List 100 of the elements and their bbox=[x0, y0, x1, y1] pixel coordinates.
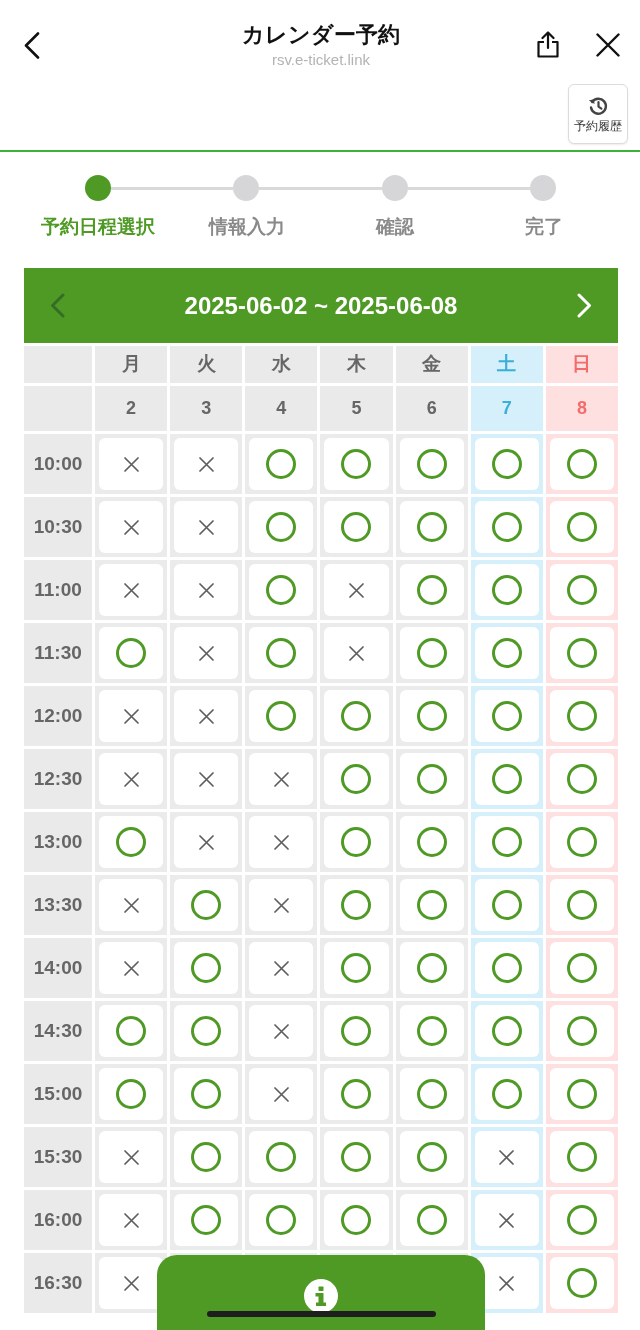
time-slot[interactable] bbox=[470, 560, 543, 620]
time-slot[interactable] bbox=[320, 686, 393, 746]
close-button[interactable] bbox=[596, 32, 620, 58]
time-slot[interactable] bbox=[470, 1064, 543, 1124]
time-slot[interactable] bbox=[95, 1064, 168, 1124]
time-slot[interactable] bbox=[395, 875, 468, 935]
time-slot[interactable] bbox=[470, 938, 543, 998]
site-url: rsv.e-ticket.link bbox=[271, 51, 371, 69]
time-slot[interactable] bbox=[170, 1127, 243, 1187]
time-slot[interactable] bbox=[470, 434, 543, 494]
time-slot[interactable] bbox=[395, 749, 468, 809]
time-slot[interactable] bbox=[320, 875, 393, 935]
time-label: 15:00 bbox=[24, 1064, 92, 1124]
time-label: 11:30 bbox=[24, 623, 92, 683]
time-slot[interactable] bbox=[170, 938, 243, 998]
time-slot[interactable] bbox=[395, 1127, 468, 1187]
date-header: 4 bbox=[245, 386, 318, 431]
time-label: 13:00 bbox=[24, 812, 92, 872]
share-button[interactable] bbox=[536, 31, 560, 58]
time-slot[interactable] bbox=[470, 749, 543, 809]
weekday-header: 月 bbox=[95, 346, 168, 383]
time-slot[interactable] bbox=[545, 686, 618, 746]
time-slot[interactable] bbox=[545, 1064, 618, 1124]
time-slot[interactable] bbox=[170, 1190, 243, 1250]
weekday-header: 金 bbox=[395, 346, 468, 383]
bottom-sheet[interactable] bbox=[157, 1255, 485, 1330]
time-slot[interactable] bbox=[170, 875, 243, 935]
time-slot[interactable] bbox=[245, 686, 318, 746]
time-slot[interactable] bbox=[245, 560, 318, 620]
time-slot[interactable] bbox=[470, 875, 543, 935]
time-slot[interactable] bbox=[320, 497, 393, 557]
weekday-header: 日 bbox=[545, 346, 618, 383]
time-slot[interactable] bbox=[245, 497, 318, 557]
time-slot[interactable] bbox=[395, 1190, 468, 1250]
time-slot[interactable] bbox=[470, 623, 543, 683]
time-slot[interactable] bbox=[320, 1001, 393, 1061]
time-slot[interactable] bbox=[170, 1001, 243, 1061]
time-slot[interactable] bbox=[395, 434, 468, 494]
time-slot[interactable] bbox=[470, 1001, 543, 1061]
time-slot[interactable] bbox=[320, 434, 393, 494]
weekday-header: 土 bbox=[470, 346, 543, 383]
time-slot[interactable] bbox=[545, 560, 618, 620]
time-slot[interactable] bbox=[545, 812, 618, 872]
time-slot[interactable] bbox=[245, 1190, 318, 1250]
date-header: 3 bbox=[170, 386, 243, 431]
time-slot[interactable] bbox=[320, 1190, 393, 1250]
time-label: 13:30 bbox=[24, 875, 92, 935]
time-slot[interactable] bbox=[320, 1064, 393, 1124]
info-icon bbox=[304, 1279, 338, 1313]
time-label: 14:00 bbox=[24, 938, 92, 998]
time-slot[interactable] bbox=[470, 686, 543, 746]
time-slot[interactable] bbox=[545, 1127, 618, 1187]
date-header: 7 bbox=[470, 386, 543, 431]
time-slot[interactable] bbox=[545, 1253, 618, 1313]
time-slot[interactable] bbox=[395, 1064, 468, 1124]
page-title: カレンダー予約 bbox=[242, 21, 400, 49]
weekday-header: 火 bbox=[170, 346, 243, 383]
time-label: 12:00 bbox=[24, 686, 92, 746]
time-slot[interactable] bbox=[545, 623, 618, 683]
time-slot[interactable] bbox=[395, 812, 468, 872]
time-label: 10:00 bbox=[24, 434, 92, 494]
time-slot[interactable] bbox=[395, 938, 468, 998]
step-label: 予約日程選択 bbox=[41, 215, 156, 239]
next-week-button[interactable] bbox=[577, 293, 592, 318]
time-slot[interactable] bbox=[545, 1190, 618, 1250]
time-slot[interactable] bbox=[545, 938, 618, 998]
time-slot[interactable] bbox=[395, 1001, 468, 1061]
time-slot[interactable] bbox=[95, 623, 168, 683]
time-slot[interactable] bbox=[470, 812, 543, 872]
time-slot[interactable] bbox=[320, 812, 393, 872]
history-icon bbox=[588, 95, 608, 116]
time-slot[interactable] bbox=[395, 623, 468, 683]
time-slot[interactable] bbox=[245, 434, 318, 494]
time-slot[interactable] bbox=[395, 497, 468, 557]
time-slot[interactable] bbox=[545, 749, 618, 809]
date-header: 2 bbox=[95, 386, 168, 431]
time-slot[interactable] bbox=[95, 812, 168, 872]
time-slot[interactable] bbox=[320, 1127, 393, 1187]
time-slot[interactable] bbox=[545, 497, 618, 557]
time-slot[interactable] bbox=[545, 875, 618, 935]
history-button[interactable]: 予約履歴 bbox=[568, 84, 628, 144]
time-slot[interactable] bbox=[395, 686, 468, 746]
time-slot[interactable] bbox=[95, 1001, 168, 1061]
time-slot[interactable] bbox=[170, 1064, 243, 1124]
time-label: 15:30 bbox=[24, 1127, 92, 1187]
step-label: 情報入力 bbox=[208, 215, 285, 239]
back-button[interactable] bbox=[24, 32, 40, 59]
date-header: 8 bbox=[545, 386, 618, 431]
time-slot[interactable] bbox=[320, 749, 393, 809]
time-slot[interactable] bbox=[320, 938, 393, 998]
time-slot[interactable] bbox=[245, 1127, 318, 1187]
time-slot[interactable] bbox=[395, 560, 468, 620]
share-icon bbox=[536, 31, 560, 58]
time-slot[interactable] bbox=[470, 497, 543, 557]
step-label: 完了 bbox=[524, 215, 563, 239]
time-label: 16:00 bbox=[24, 1190, 92, 1250]
time-slot[interactable] bbox=[545, 1001, 618, 1061]
time-slot[interactable] bbox=[545, 434, 618, 494]
time-slot[interactable] bbox=[245, 623, 318, 683]
weekday-header: 水 bbox=[245, 346, 318, 383]
